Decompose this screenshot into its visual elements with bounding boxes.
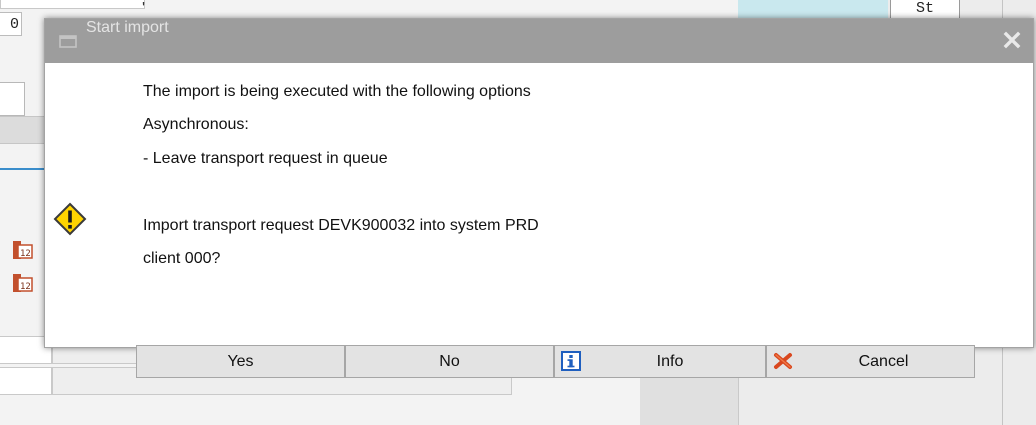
message-line: - Leave transport request in queue xyxy=(143,150,388,167)
message-line: Import transport request DEVK900032 into… xyxy=(143,217,539,234)
info-button-label: Info xyxy=(656,353,684,370)
calendar-icon[interactable]: 12 xyxy=(12,240,34,260)
close-icon[interactable] xyxy=(1001,29,1023,51)
message-line: Asynchronous: xyxy=(143,116,249,133)
warning-icon xyxy=(53,202,87,236)
background-value-field[interactable]: 0 xyxy=(0,12,22,36)
dialog-titlebar: Start import xyxy=(45,19,1033,63)
message-line: client 000? xyxy=(143,250,221,267)
message-line: The import is being executed with the fo… xyxy=(143,83,531,100)
svg-text:12: 12 xyxy=(20,282,31,292)
dialog-body: The import is being executed with the fo… xyxy=(45,63,1033,378)
yes-button-label: Yes xyxy=(227,353,254,370)
start-import-dialog: Start import The import is being execute… xyxy=(44,18,1034,378)
cancel-button[interactable]: Cancel xyxy=(766,345,975,378)
no-button-label: No xyxy=(439,353,460,370)
no-button[interactable]: No xyxy=(345,345,554,378)
background-header-fragment: ' xyxy=(142,0,146,17)
cancel-x-icon xyxy=(774,353,792,369)
cancel-button-label: Cancel xyxy=(858,353,909,370)
info-button[interactable]: Info xyxy=(554,345,766,378)
svg-text:12: 12 xyxy=(20,249,31,259)
calendar-icon[interactable]: 12 xyxy=(12,273,34,293)
background-column-header-status[interactable]: St xyxy=(890,0,960,19)
background-left-tab-strip xyxy=(0,116,44,144)
yes-button[interactable]: Yes xyxy=(136,345,345,378)
background-left-separator xyxy=(0,168,44,170)
background-left-input[interactable] xyxy=(0,82,25,116)
window-icon xyxy=(59,35,77,48)
dialog-title: Start import xyxy=(86,19,169,36)
background-row-input[interactable] xyxy=(0,367,52,395)
background-top-field xyxy=(0,0,145,9)
